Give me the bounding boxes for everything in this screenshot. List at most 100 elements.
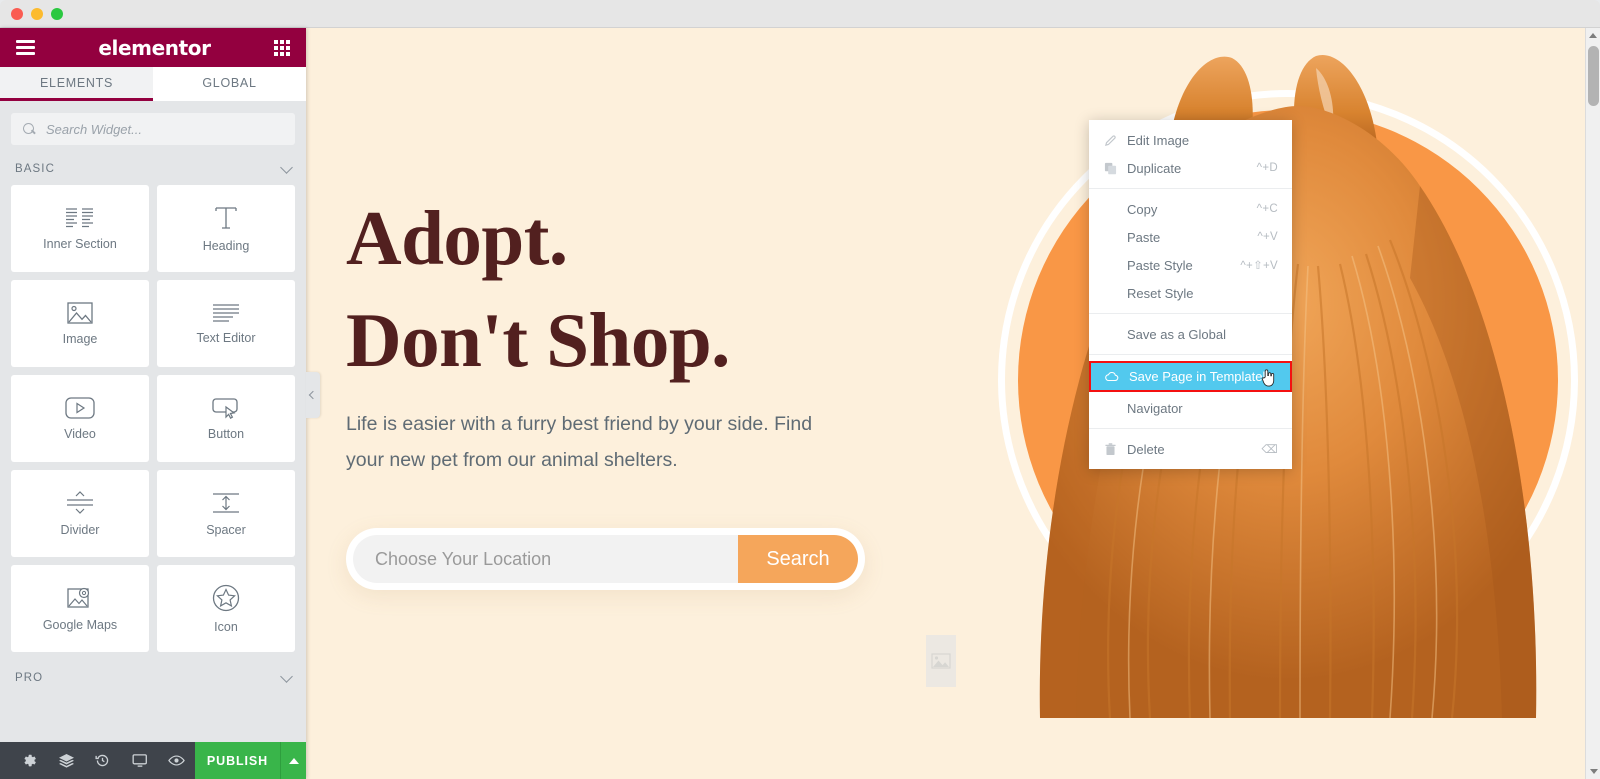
menu-item-label: Paste Style <box>1127 257 1193 273</box>
menu-item-label: Duplicate <box>1127 160 1182 176</box>
widget-label: Spacer <box>206 522 246 537</box>
menu-item-shortcut: ⌫ <box>1261 444 1278 456</box>
pencil-icon <box>1103 133 1117 147</box>
menu-item-label: Save Page in Templately <box>1129 369 1272 384</box>
search-input[interactable] <box>46 121 283 137</box>
publish-options-caret-up-icon[interactable] <box>280 742 306 779</box>
widget-label: Divider <box>60 522 100 537</box>
widget-grid: Inner Section Heading Image Text Editor … <box>11 185 295 652</box>
menu-item-edit-image[interactable]: Edit Image <box>1089 126 1292 154</box>
elementor-widgets-panel: elementor ELEMENTS GLOBAL BASIC <box>0 28 306 779</box>
scroll-up-arrow[interactable] <box>1586 28 1600 43</box>
menu-item-save-page-in-templately[interactable]: Save Page in Templately <box>1089 361 1292 392</box>
star-icon <box>212 584 240 612</box>
menu-item-shortcut: ^+D <box>1256 162 1278 174</box>
section-header-basic[interactable]: BASIC <box>11 155 295 185</box>
menu-item-navigator[interactable]: Navigator <box>1089 394 1292 422</box>
trash-icon <box>1103 442 1117 456</box>
duplicate-icon <box>1103 161 1117 175</box>
menu-separator <box>1089 428 1292 429</box>
widget-icon[interactable]: Icon <box>157 565 295 652</box>
divider-icon <box>66 490 94 515</box>
widget-image[interactable]: Image <box>11 280 149 367</box>
close-window-button[interactable] <box>11 7 23 20</box>
menu-item-label: Reset Style <box>1127 285 1194 301</box>
panel-header: elementor <box>0 28 306 67</box>
menu-item-label: Edit Image <box>1127 132 1190 148</box>
widget-video[interactable]: Video <box>11 375 149 462</box>
panel-body: BASIC Inner Section <box>0 101 306 742</box>
menu-separator <box>1089 188 1292 189</box>
canvas-scrollbar[interactable] <box>1585 28 1600 779</box>
minimize-window-button[interactable] <box>31 7 43 20</box>
macos-titlebar <box>0 0 1600 28</box>
widget-search-box[interactable] <box>11 113 295 145</box>
heading-line-2: Don't Shop. <box>346 296 730 383</box>
maximize-window-button[interactable] <box>51 7 63 20</box>
search-button[interactable]: Search <box>738 535 858 583</box>
section-header-pro[interactable]: PRO <box>11 664 295 694</box>
image-placeholder-icon <box>931 653 951 669</box>
menu-item-label: Save as a Global <box>1127 326 1227 342</box>
page-title: Adopt. Don't Shop. <box>346 188 966 391</box>
widget-divider[interactable]: Divider <box>11 470 149 557</box>
search-icon <box>23 122 36 136</box>
settings-gear-icon[interactable] <box>11 742 48 779</box>
menu-item-copy[interactable]: Copy ^+C <box>1089 195 1292 223</box>
widget-label: Heading <box>202 238 250 253</box>
inner-section-icon <box>65 207 95 229</box>
publish-button[interactable]: PUBLISH <box>195 742 280 779</box>
tab-global[interactable]: GLOBAL <box>153 67 306 101</box>
widget-heading[interactable]: Heading <box>157 185 295 272</box>
scrollbar-thumb[interactable] <box>1588 46 1599 106</box>
widget-label: Text Editor <box>196 330 256 345</box>
menu-item-paste-style[interactable]: Paste Style ^+⇧+V <box>1089 251 1292 279</box>
menu-item-shortcut: ^+V <box>1257 231 1278 243</box>
hero-subtext: Life is easier with a furry best friend … <box>346 413 813 472</box>
menu-item-shortcut: ^+C <box>1256 203 1278 215</box>
grid-icon[interactable] <box>273 39 290 56</box>
menu-item-paste[interactable]: Paste ^+V <box>1089 223 1292 251</box>
menu-item-delete[interactable]: Delete ⌫ <box>1089 435 1292 463</box>
chevron-down-icon <box>280 669 293 683</box>
spacer-icon <box>212 491 240 515</box>
panel-collapse-handle[interactable] <box>306 372 320 418</box>
scroll-down-arrow[interactable] <box>1586 764 1600 779</box>
image-icon <box>67 301 93 324</box>
widget-inner-section[interactable]: Inner Section <box>11 185 149 272</box>
history-revision-icon[interactable] <box>85 742 122 779</box>
menu-item-shortcut: ^+⇧+V <box>1240 260 1278 272</box>
panel-tabs: ELEMENTS GLOBAL <box>0 67 306 101</box>
button-icon <box>211 397 241 419</box>
widget-button[interactable]: Button <box>157 375 295 462</box>
responsive-mode-icon[interactable] <box>121 742 158 779</box>
chevron-left-icon <box>308 390 318 400</box>
widget-label: Icon <box>214 619 238 634</box>
widget-label: Image <box>62 331 98 346</box>
location-input[interactable] <box>353 535 738 583</box>
widget-text-editor[interactable]: Text Editor <box>157 280 295 367</box>
panel-bottom-bar: PUBLISH <box>0 742 306 779</box>
elementor-logo: elementor <box>98 35 211 60</box>
widget-label: Video <box>64 426 96 441</box>
menu-item-reset-style[interactable]: Reset Style <box>1089 279 1292 307</box>
menu-item-label: Delete <box>1127 441 1165 457</box>
navigator-layers-icon[interactable] <box>48 742 85 779</box>
menu-item-save-as-global[interactable]: Save as a Global <box>1089 320 1292 348</box>
menu-item-label: Copy <box>1127 201 1158 217</box>
widget-spacer[interactable]: Spacer <box>157 470 295 557</box>
image-widget-placeholder[interactable] <box>926 635 956 687</box>
pointing-hand-cursor <box>1260 368 1276 388</box>
tab-elements[interactable]: ELEMENTS <box>0 67 153 101</box>
menu-item-duplicate[interactable]: Duplicate ^+D <box>1089 154 1292 182</box>
location-search-bar: Search <box>346 528 865 590</box>
preview-eye-icon[interactable] <box>158 742 195 779</box>
cloud-icon <box>1105 370 1119 384</box>
hamburger-menu-icon[interactable] <box>16 40 35 55</box>
widget-google-maps[interactable]: Google Maps <box>11 565 149 652</box>
heading-line-1: Adopt. <box>346 195 568 281</box>
element-context-menu: Edit Image Duplicate ^+D Copy ^+C Paste … <box>1089 120 1292 469</box>
widget-label: Inner Section <box>43 236 117 251</box>
section-label-pro: PRO <box>15 672 44 684</box>
video-icon <box>65 396 95 419</box>
